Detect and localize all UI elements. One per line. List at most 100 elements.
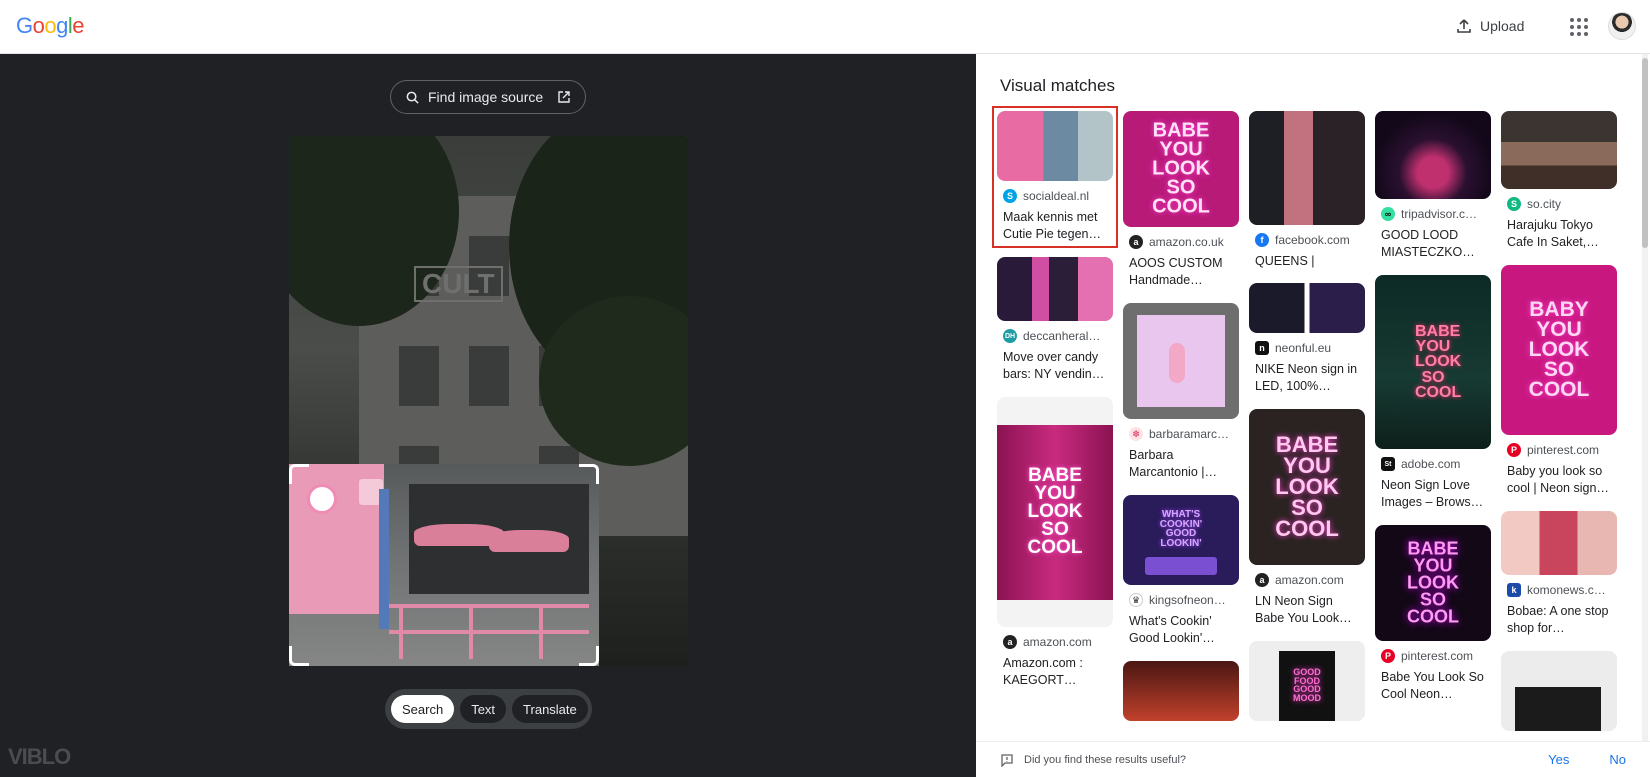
result-thumbnail: GOOD FOOD GOOD MOOD [1249, 641, 1365, 721]
search-mode-toggle: Search Text Translate [385, 689, 592, 729]
mode-text-chip[interactable]: Text [460, 695, 507, 723]
result-thumbnail [1123, 661, 1239, 721]
result-title: LN Neon Sign Babe You Look… [1255, 594, 1352, 625]
image-preview-panel: Find image source CULT Search Text Trans… [0, 54, 976, 777]
result-thumbnail: WHAT'S COOKIN' GOOD LOOKIN' [1123, 495, 1239, 585]
result-card[interactable]: ✽ barbaramarc… Barbara Marcantonio |… [1123, 303, 1239, 481]
result-title: Maak kennis met Cutie Pie tegen… [1003, 210, 1101, 241]
results-column-4: ∞ tripadvisor.c… GOOD LOOD MIASTECZKO… BA… [1375, 111, 1491, 717]
result-thumbnail [1123, 303, 1239, 419]
open-in-new-icon [558, 91, 570, 103]
result-card[interactable]: Ssocialdeal.nl Maak kennis met Cutie Pie… [992, 106, 1118, 248]
result-card[interactable]: GOOD FOOD GOOD MOOD [1249, 641, 1365, 721]
results-column-3: f facebook.com QUEENS | London n neonful.e… [1249, 111, 1365, 735]
result-title: Harajuku Tokyo Cafe In Saket,… [1507, 218, 1599, 249]
neon-text: GOOD FOOD GOOD MOOD [1293, 666, 1321, 703]
feedback-yes-button[interactable]: Yes [1548, 752, 1569, 767]
cult-sign: CULT [414, 266, 503, 302]
feedback-icon [1001, 753, 1013, 767]
results-column-5: Sso.city Harajuku Tokyo Cafe In Saket,… … [1501, 111, 1617, 745]
viblo-watermark: VIBLO [8, 744, 71, 769]
result-title: NIKE Neon sign in LED, 100%… [1255, 362, 1358, 393]
result-title: Move over candy bars: NY vendin… [1003, 350, 1105, 381]
result-title: What's Cookin' Good Lookin'… [1129, 614, 1215, 645]
result-card[interactable]: BABE YOU LOOK SO COOL St adobe.com Neon S… [1375, 275, 1491, 511]
result-title: AOOS CUSTOM Handmade… [1129, 256, 1223, 287]
feedback-no-button[interactable]: No [1609, 752, 1626, 767]
site-favicon: a [1003, 635, 1017, 649]
neon-text: BABY YOU LOOK SO COOL [1528, 298, 1590, 401]
result-site: neonful.eu [1275, 341, 1332, 355]
result-card[interactable]: n neonful.eu NIKE Neon sign in LED, 100%… [1249, 283, 1365, 395]
result-thumbnail [1501, 111, 1617, 189]
result-title: Amazon.com : KAEGORT… [1003, 656, 1083, 687]
result-site: barbaramarc… [1149, 427, 1230, 441]
result-card[interactable]: BABE YOU LOOK SO COOL Ppinterest.com Bab… [1375, 525, 1491, 703]
result-title: Bobae: A one stop shop for… [1507, 604, 1609, 635]
result-thumbnail: BABE YOU LOOK SO COOL [1375, 275, 1491, 449]
site-favicon: ✽ [1129, 427, 1143, 441]
result-card[interactable]: WHAT'S COOKIN' GOOD LOOKIN' ♛ kingsofneon… [1123, 495, 1239, 647]
result-site: deccanheral… [1023, 329, 1101, 343]
results-panel: Visual matches Ssocialdeal.nl Maak kenni… [976, 54, 1650, 777]
crop-region[interactable] [289, 464, 599, 666]
result-thumbnail: BABE YOU LOOK SO COOL [1375, 525, 1491, 641]
result-site: pinterest.com [1527, 443, 1600, 457]
result-thumbnail [1501, 511, 1617, 575]
result-card[interactable]: ∞ tripadvisor.c… GOOD LOOD MIASTECZKO… [1375, 111, 1491, 261]
result-card[interactable]: BABE YOU LOOK SO COOL a amazon.co.uk AOOS… [1123, 111, 1239, 289]
result-site: kingsofneon… [1149, 593, 1226, 607]
result-site: komonews.c… [1527, 583, 1606, 597]
result-title: Barbara Marcantonio |… [1129, 448, 1218, 479]
scrollbar-thumb[interactable] [1642, 58, 1648, 248]
result-card[interactable] [1123, 661, 1239, 721]
result-site: amazon.com [1275, 573, 1344, 587]
site-favicon: n [1255, 341, 1269, 355]
result-card[interactable]: BABE YOU LOOK SO COOL a amazon.com Amazon.com… [997, 397, 1113, 689]
lens-search-icon [406, 91, 419, 104]
result-thumbnail [1249, 111, 1365, 225]
result-site: socialdeal.nl [1023, 189, 1090, 203]
result-title: QUEENS | London [1255, 254, 1315, 268]
site-favicon: ∞ [1381, 207, 1395, 221]
site-favicon: ♛ [1129, 593, 1143, 607]
upload-button[interactable]: Upload [1450, 14, 1530, 38]
google-apps-icon[interactable] [1568, 16, 1590, 38]
site-favicon: k [1507, 583, 1521, 597]
result-card[interactable]: Sso.city Harajuku Tokyo Cafe In Saket,… [1501, 111, 1617, 251]
site-favicon: P [1381, 649, 1395, 663]
neon-text: WHAT'S COOKIN' GOOD LOOKIN' [1159, 509, 1203, 549]
result-thumbnail [1501, 651, 1617, 731]
uploaded-image: CULT [289, 136, 688, 666]
neon-text: BABE YOU LOOK SO COOL [1407, 538, 1459, 627]
site-favicon: a [1255, 573, 1269, 587]
result-thumbnail [1249, 283, 1365, 333]
result-card[interactable]: k komonews.c… Bobae: A one stop shop for… [1501, 511, 1617, 637]
find-image-source-button[interactable]: Find image source [390, 80, 586, 114]
result-thumbnail: BABE YOU LOOK SO COOL [1123, 111, 1239, 227]
account-avatar[interactable] [1608, 12, 1636, 40]
top-bar: Google Upload [0, 0, 1650, 54]
site-favicon: St [1381, 457, 1395, 471]
site-favicon: a [1129, 235, 1143, 249]
result-title: Babe You Look So Cool Neon… [1381, 670, 1484, 701]
site-favicon: S [1507, 197, 1521, 211]
result-site: pinterest.com [1401, 649, 1474, 663]
result-site: facebook.com [1275, 233, 1350, 247]
result-card[interactable]: DH deccanheral… Move over candy bars: NY … [997, 257, 1113, 383]
result-card[interactable] [1501, 651, 1617, 731]
result-card[interactable]: f facebook.com QUEENS | London [1249, 111, 1365, 269]
result-thumbnail [997, 111, 1113, 181]
results-scrollbar[interactable] [1642, 54, 1648, 777]
upload-label: Upload [1480, 18, 1525, 34]
result-thumbnail: BABE YOU LOOK SO COOL [997, 397, 1113, 627]
neon-text: BABE YOU LOOK SO COOL [1415, 323, 1462, 401]
result-thumbnail [997, 257, 1113, 321]
mode-translate-chip[interactable]: Translate [512, 695, 588, 723]
result-card[interactable]: BABY YOU LOOK SO COOL Ppinterest.com Bab… [1501, 265, 1617, 497]
result-site: so.city [1527, 197, 1562, 211]
mode-search-chip[interactable]: Search [391, 695, 455, 723]
result-thumbnail [1375, 111, 1491, 199]
result-card[interactable]: BABE YOU LOOK SO COOL a amazon.com LN Neo… [1249, 409, 1365, 627]
google-logo[interactable]: Google [16, 13, 85, 39]
